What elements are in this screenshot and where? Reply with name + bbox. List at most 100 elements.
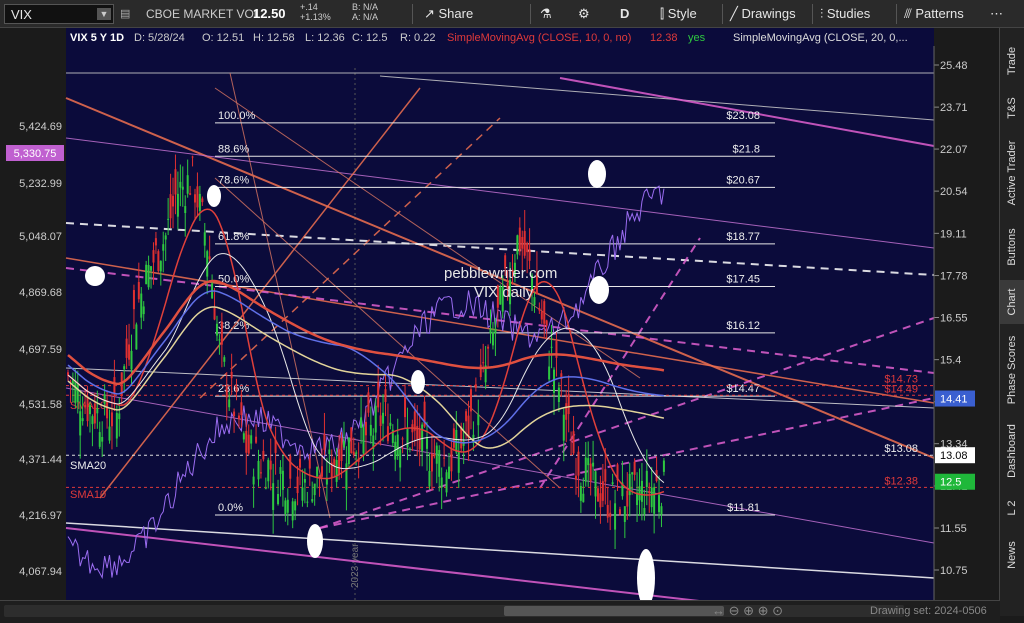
candle-body: [215, 323, 218, 336]
candle-body: [384, 389, 387, 403]
candle-body: [430, 453, 433, 472]
sidebar-tab-active-trader[interactable]: Active Trader: [1000, 132, 1024, 214]
candle-body: [408, 448, 411, 450]
candle-body: [299, 458, 302, 468]
candle-body: [426, 437, 429, 449]
candle-body: [137, 282, 140, 300]
pivot-marker: [411, 370, 425, 394]
candle-body: [132, 290, 135, 310]
candle-body: [269, 460, 272, 470]
candle-body: [640, 480, 643, 502]
candle-body: [176, 193, 179, 217]
candle-body: [167, 218, 170, 220]
pivot-marker: [85, 266, 105, 286]
fib-level-pct: 78.6%: [218, 174, 249, 186]
zoom-controls[interactable]: ↔ ⊖ ⊕ ⊕ ⊙: [712, 603, 783, 619]
candle-body: [257, 460, 260, 480]
sma-marker: SMA10: [70, 489, 106, 501]
candle-body: [562, 414, 565, 441]
candle-body: [272, 483, 275, 510]
candle-body: [574, 475, 577, 480]
candle-body: [653, 487, 656, 514]
price-chart[interactable]: 2023 year 100.0% $23.08 88.6% $21.8 78.6% $20…: [0, 28, 1000, 600]
sidebar-tab-phase-scores[interactable]: Phase Scores: [1000, 328, 1024, 412]
candle-body: [303, 479, 306, 483]
candle-body: [145, 264, 148, 285]
candle-body: [592, 462, 595, 467]
sidebar-tab-l-2[interactable]: L 2: [1000, 490, 1024, 526]
sidebar-tab-trade[interactable]: Trade: [1000, 38, 1024, 84]
candle-body: [606, 504, 609, 518]
candle-body: [457, 452, 460, 473]
flask-icon[interactable]: ⚗: [540, 4, 552, 24]
candle-body: [611, 482, 614, 485]
candle-body: [277, 494, 280, 505]
sidebar-tab-label: Phase Scores: [1006, 335, 1018, 405]
candle-body: [154, 238, 157, 246]
sidebar-tab-buttons[interactable]: Buttons: [1000, 218, 1024, 276]
candle-body: [428, 471, 431, 487]
fib-level-value: $21.8: [732, 143, 760, 155]
candle-body: [601, 481, 604, 501]
sidebar-tab-news[interactable]: News: [1000, 530, 1024, 580]
drawings-button[interactable]: ╱ Drawings: [730, 4, 796, 24]
gear-icon[interactable]: ⚙: [578, 4, 590, 24]
candle-body: [396, 434, 399, 456]
candle-body: [557, 387, 560, 403]
candle-body: [452, 428, 455, 448]
candle-body: [333, 458, 336, 466]
candle-body: [443, 457, 446, 459]
candle-body: [389, 422, 392, 426]
candle-body: [382, 412, 385, 424]
sidebar-tab-chart[interactable]: Chart: [1000, 280, 1024, 324]
candle-body: [345, 463, 348, 490]
sidebar-tab-dashboard[interactable]: Dashboard: [1000, 416, 1024, 486]
candle-body: [342, 441, 345, 447]
sidebar-tab-label: L 2: [1006, 500, 1018, 516]
candle-body: [526, 243, 529, 253]
fib-level-value: $14.47: [726, 383, 760, 395]
toolbar: VIX ▼ ▤ CBOE MARKET VOL... 12.50 +.14 +1…: [0, 0, 1024, 28]
y-tick-label-left: 4,869.68: [19, 287, 62, 299]
candle-body: [203, 232, 206, 246]
fib-level-value: $17.45: [726, 274, 760, 286]
chevron-down-icon[interactable]: ▼: [97, 8, 111, 20]
candle-body: [401, 438, 404, 440]
candle-body: [533, 297, 536, 306]
candle-body: [208, 256, 211, 260]
candle-body: [157, 251, 160, 271]
header-low: L: 12.36: [305, 32, 345, 44]
fib-level-value: $18.77: [726, 231, 760, 243]
candle-body: [540, 311, 543, 320]
more-icon[interactable]: ⋯: [990, 4, 1003, 24]
candle-body: [284, 500, 287, 515]
candle-body: [367, 392, 370, 413]
candle-body: [340, 437, 343, 461]
header-range: R: 0.22: [400, 32, 435, 44]
candle-body: [328, 449, 331, 455]
bid-ask-box: B: N/A A: N/A: [352, 2, 378, 22]
studies-button[interactable]: ⫶ Studies: [820, 4, 870, 24]
scrollbar-thumb[interactable]: [504, 606, 724, 616]
candle-body: [521, 237, 524, 249]
candle-body: [259, 472, 262, 474]
candle-body: [230, 371, 233, 379]
candle-body: [435, 445, 438, 464]
link-icon[interactable]: ▤: [120, 4, 130, 24]
sma-marker: SMA20: [70, 460, 106, 472]
candle-body: [198, 193, 201, 212]
candle-body: [247, 434, 250, 454]
candle-body: [362, 427, 365, 454]
candle-body: [491, 332, 494, 346]
candle-body: [433, 454, 436, 457]
patterns-button[interactable]: ⫻ Patterns: [904, 4, 964, 24]
y-tick-label-left: 4,697.59: [19, 344, 62, 356]
symbol-input[interactable]: VIX ▼: [4, 4, 114, 24]
period-selector[interactable]: D: [620, 4, 629, 24]
y-tick-label-left: 4,531.58: [19, 399, 62, 411]
share-button[interactable]: ↗ Share: [424, 4, 473, 24]
candle-body: [548, 366, 551, 380]
style-button[interactable]: ⫿ Style: [660, 4, 697, 24]
candle-body: [604, 469, 607, 482]
sidebar-tab-t-s[interactable]: T&S: [1000, 88, 1024, 128]
